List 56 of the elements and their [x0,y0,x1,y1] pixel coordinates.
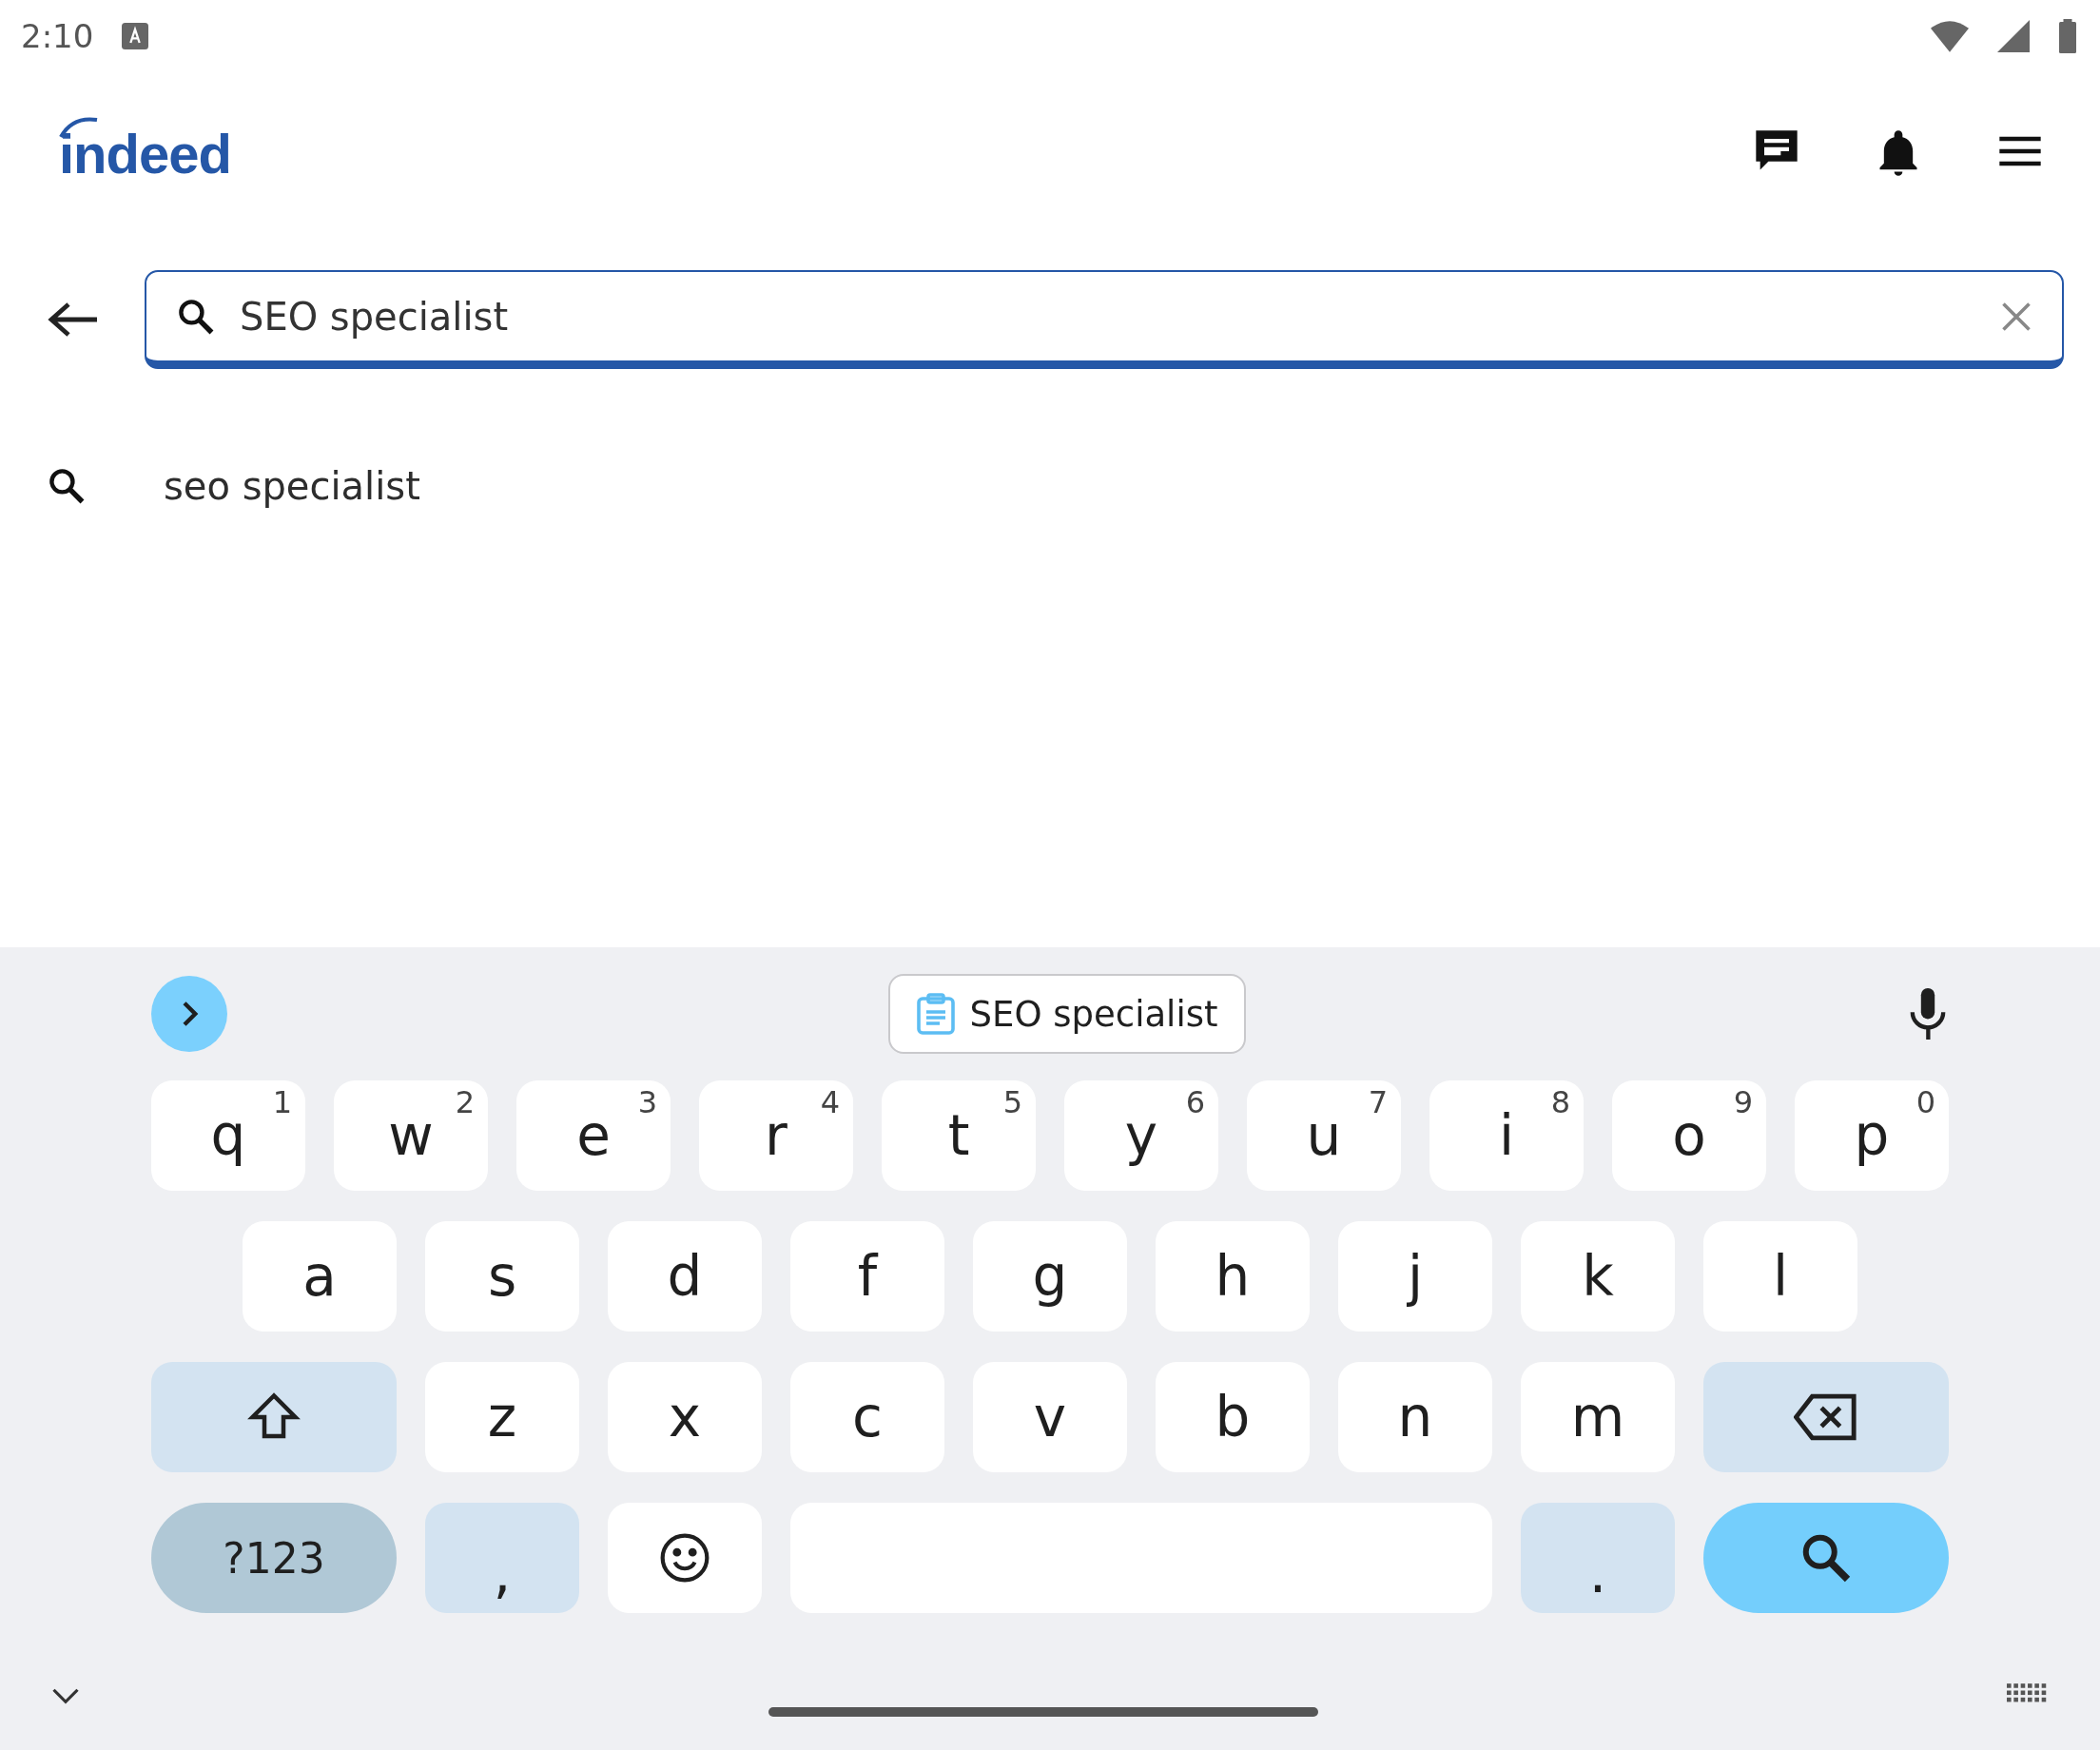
key[interactable]: l [1703,1221,1857,1332]
emoji-key[interactable] [608,1503,762,1613]
key[interactable]: i 8 [1429,1080,1584,1191]
backspace-key[interactable] [1703,1362,1949,1472]
key[interactable]: v [973,1362,1127,1472]
key-hint: 8 [1550,1084,1570,1120]
key-hint: 0 [1915,1084,1935,1120]
wifi-icon [1931,20,1969,52]
key[interactable]: n [1338,1362,1492,1472]
key[interactable]: b [1156,1362,1310,1472]
key[interactable]: k [1521,1221,1675,1332]
key[interactable]: w 2 [334,1080,488,1191]
clipboard-icon [916,993,955,1035]
logo[interactable]: indeed [59,121,231,185]
keyboard-notification-icon [122,23,149,49]
key-hint: 1 [272,1084,292,1120]
key[interactable]: x [608,1362,762,1472]
back-arrow-icon[interactable] [48,301,97,339]
key-hint: 7 [1368,1084,1388,1120]
key[interactable]: g [973,1221,1127,1332]
shift-key[interactable] [151,1362,397,1472]
clipboard-chip[interactable]: SEO specialist [887,974,1247,1054]
search-suggestion[interactable]: seo specialist [164,464,420,508]
key[interactable]: j [1338,1221,1492,1332]
signal-icon [1997,20,2030,52]
key[interactable]: o 9 [1612,1080,1766,1191]
key[interactable]: r 4 [699,1080,853,1191]
key[interactable]: p 0 [1795,1080,1949,1191]
key[interactable]: d [608,1221,762,1332]
punctuation-key[interactable]: . [1521,1503,1675,1613]
battery-icon [2058,19,2077,53]
key[interactable]: e 3 [516,1080,671,1191]
key[interactable]: t 5 [882,1080,1036,1191]
punctuation-key[interactable]: , [425,1503,579,1613]
search-input[interactable]: SEO specialist [238,293,1978,340]
key[interactable]: q 1 [151,1080,305,1191]
status-time: 2:10 [21,17,94,55]
key[interactable]: c [790,1362,944,1472]
key-hint: 4 [820,1084,840,1120]
key-hint: 3 [637,1084,657,1120]
key-hint: 6 [1185,1084,1205,1120]
key-hint: 5 [1002,1084,1022,1120]
key[interactable]: u 7 [1247,1080,1401,1191]
search-field[interactable]: SEO specialist [145,270,2064,369]
smiley-icon [658,1531,711,1585]
key[interactable]: z [425,1362,579,1472]
key-hint: 2 [455,1084,475,1120]
key[interactable]: y 6 [1064,1080,1218,1191]
key[interactable]: h [1156,1221,1310,1332]
key[interactable]: f [790,1221,944,1332]
key[interactable]: m [1521,1362,1675,1472]
key-hint: 9 [1733,1084,1753,1120]
symbols-key[interactable]: ?123 [151,1503,397,1613]
key[interactable]: a [243,1221,397,1332]
chevron-down-icon[interactable] [51,1686,80,1705]
key[interactable]: s [425,1221,579,1332]
